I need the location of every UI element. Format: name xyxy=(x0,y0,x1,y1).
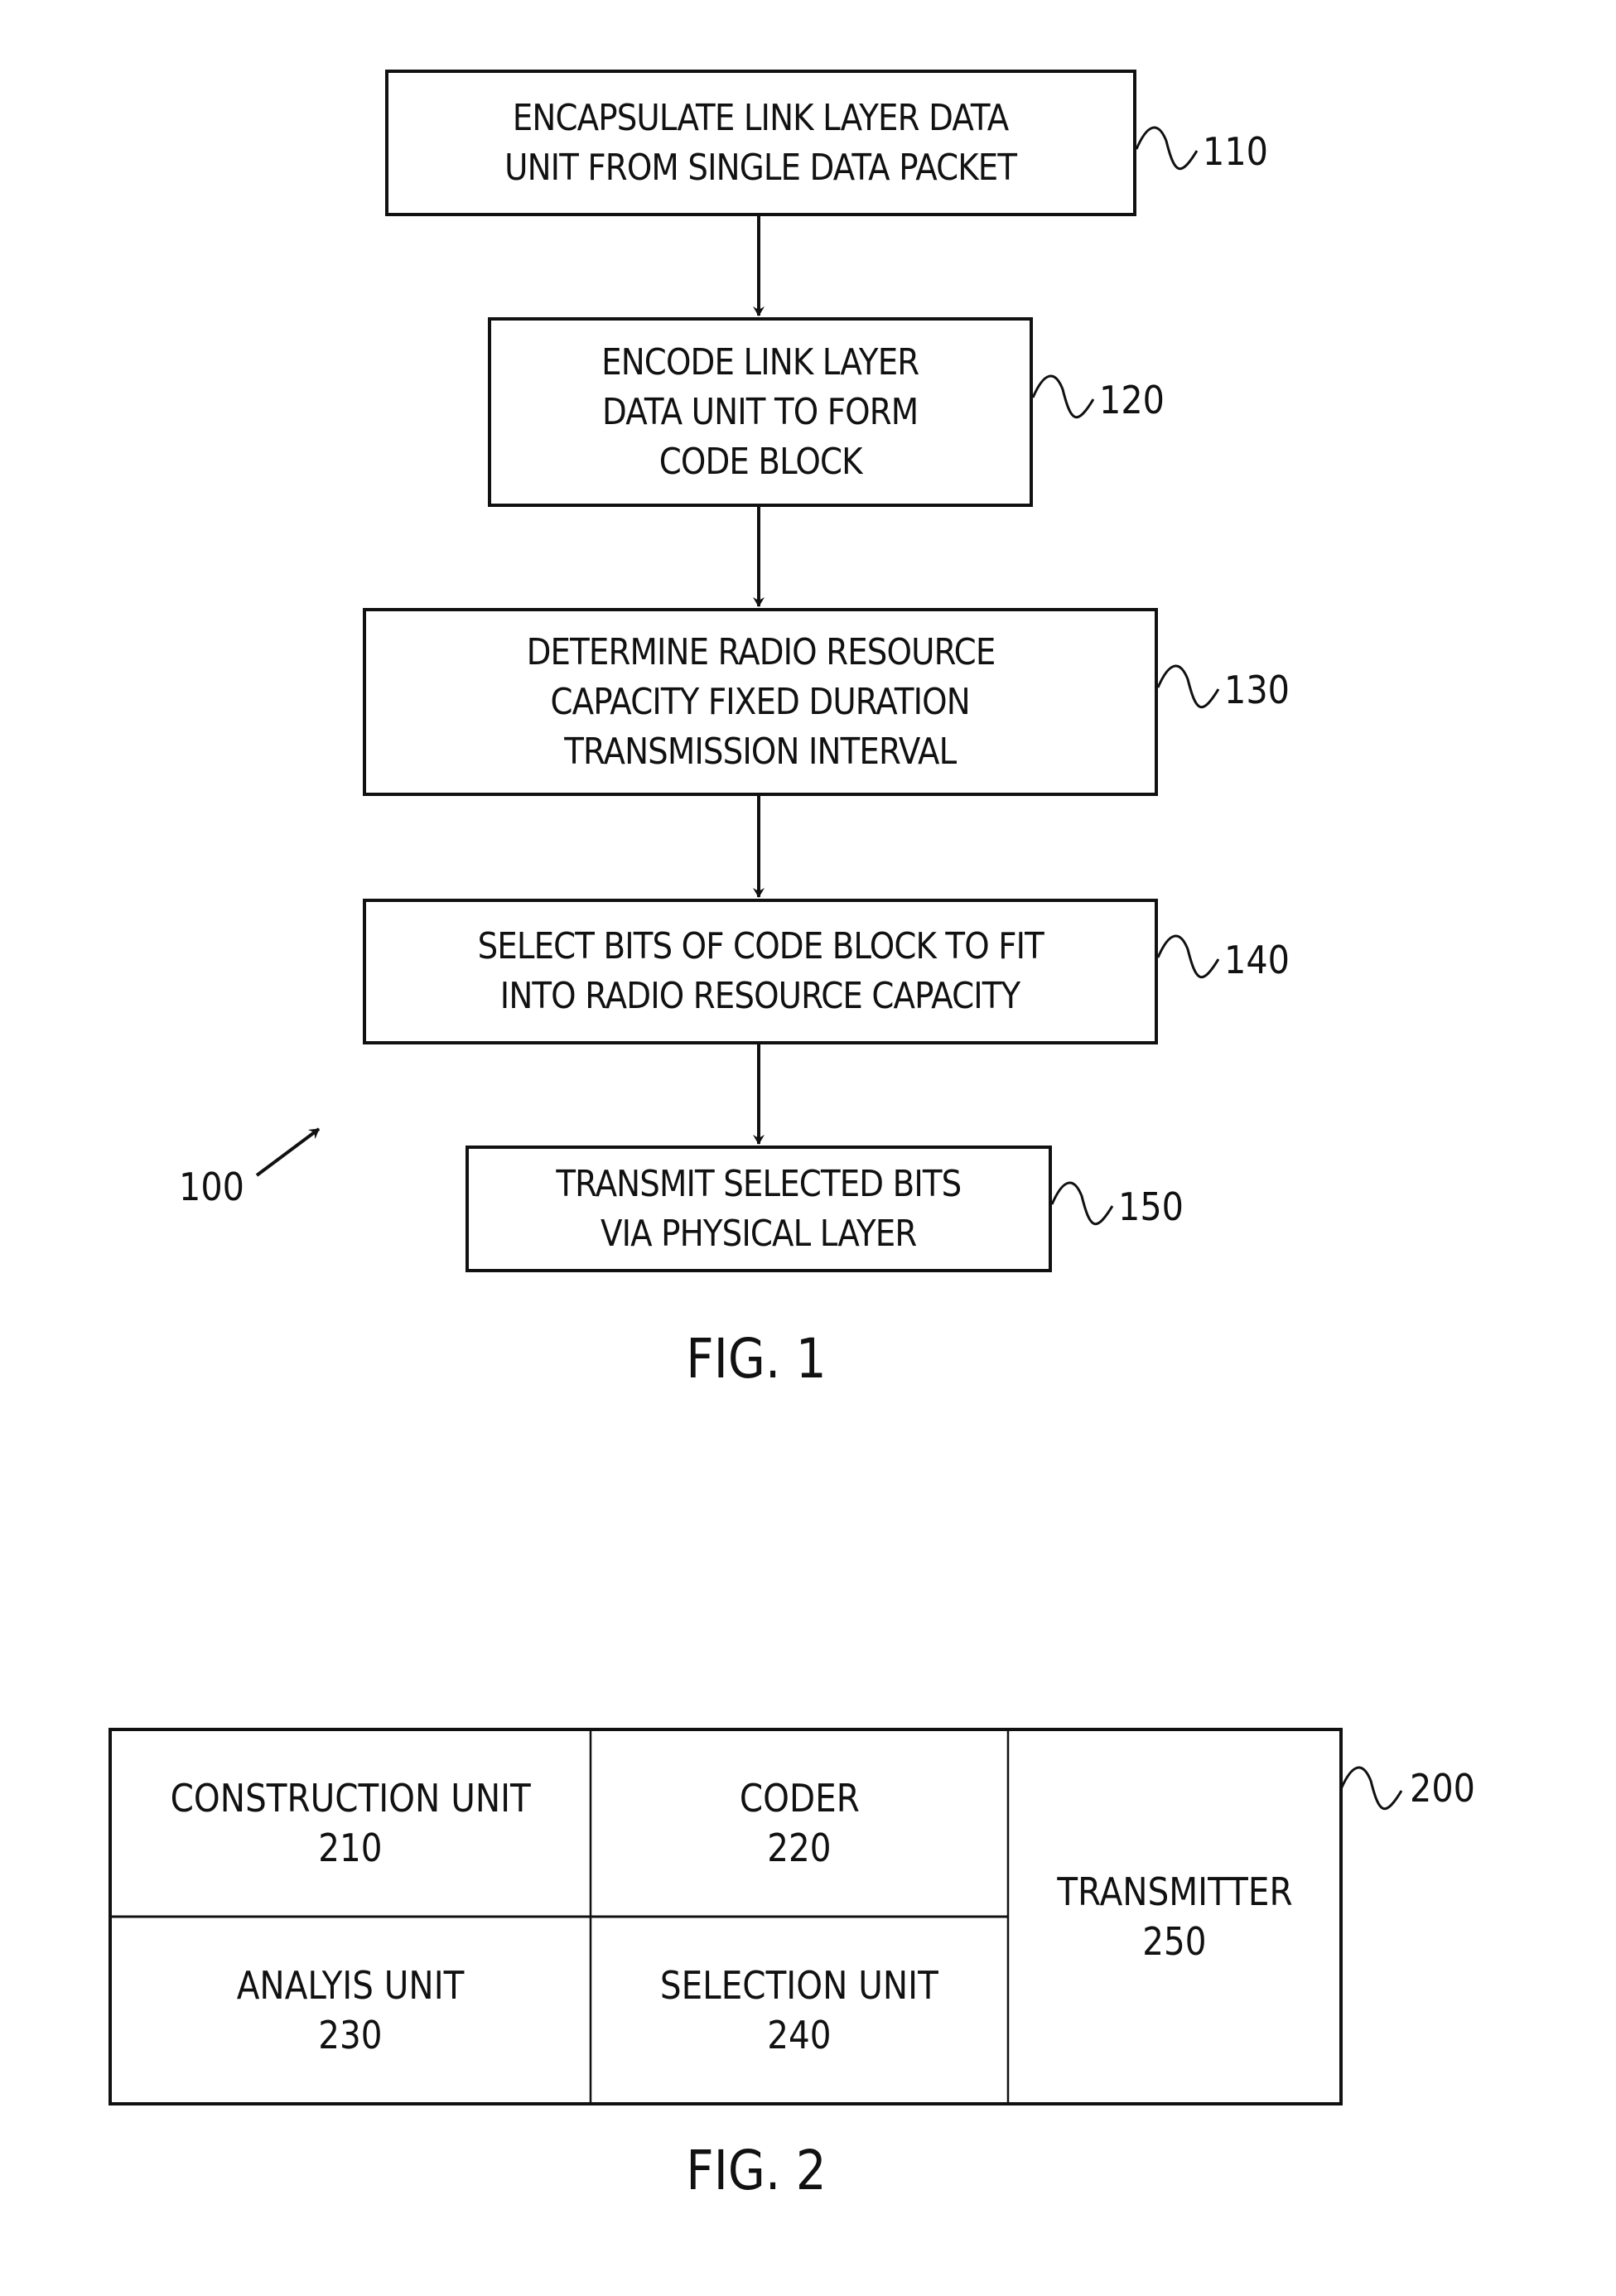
step-130-line-2: CAPACITY FIXED DURATION xyxy=(550,680,971,723)
step-130-ref: 130 xyxy=(1224,668,1290,712)
unit-230-ref: 230 xyxy=(318,2013,383,2057)
step-150-line-2: VIA PHYSICAL LAYER xyxy=(601,1212,917,1255)
unit-220-ref: 220 xyxy=(767,1826,832,1870)
fig2-caption: FIG. 2 xyxy=(686,2139,827,2202)
step-120-ref: 120 xyxy=(1099,378,1165,422)
unit-250-ref: 250 xyxy=(1142,1919,1207,1964)
leader-110 xyxy=(1135,126,1199,171)
step-140-ref: 140 xyxy=(1224,938,1290,982)
leader-140 xyxy=(1156,934,1220,979)
unit-240-ref: 240 xyxy=(767,2013,832,2057)
unit-250-cell: TRANSMITTER 250 xyxy=(1008,1729,1341,2104)
leader-200 xyxy=(1339,1766,1403,1811)
unit-250-name: TRANSMITTER xyxy=(1056,1869,1293,1914)
step-140-line-2: INTO RADIO RESOURCE CAPACITY xyxy=(500,975,1020,1017)
step-150-box: TRANSMIT SELECTED BITS VIA PHYSICAL LAYE… xyxy=(466,1146,1052,1272)
unit-230-name: ANALYIS UNIT xyxy=(236,1963,465,2008)
leader-150 xyxy=(1050,1181,1114,1226)
fig2-reference-label: 200 xyxy=(1410,1766,1476,1811)
step-140-line-1: SELECT BITS OF CODE BLOCK TO FIT xyxy=(477,925,1044,967)
step-120-box: ENCODE LINK LAYER DATA UNIT TO FORM CODE… xyxy=(488,317,1033,507)
unit-210-ref: 210 xyxy=(318,1826,383,1870)
unit-230-cell: ANALYIS UNIT 230 xyxy=(110,1917,591,2104)
unit-240-name: SELECTION UNIT xyxy=(660,1963,938,2008)
step-120-line-2: DATA UNIT TO FORM xyxy=(602,390,919,433)
step-130-line-3: TRANSMISSION INTERVAL xyxy=(564,730,957,773)
step-130-box: DETERMINE RADIO RESOURCE CAPACITY FIXED … xyxy=(363,608,1158,796)
step-110-line-2: UNIT FROM SINGLE DATA PACKET xyxy=(504,146,1017,189)
unit-240-cell: SELECTION UNIT 240 xyxy=(591,1917,1008,2104)
unit-220-cell: CODER 220 xyxy=(591,1729,1008,1917)
step-120-line-3: CODE BLOCK xyxy=(658,440,863,483)
fig1-caption: FIG. 1 xyxy=(686,1327,827,1391)
step-150-line-1: TRANSMIT SELECTED BITS xyxy=(556,1162,962,1205)
fig1-reference-label: 100 xyxy=(179,1165,245,1209)
step-110-line-1: ENCAPSULATE LINK LAYER DATA xyxy=(513,96,1009,139)
unit-210-name: CONSTRUCTION UNIT xyxy=(170,1776,531,1821)
unit-210-cell: CONSTRUCTION UNIT 210 xyxy=(110,1729,591,1917)
step-150-ref: 150 xyxy=(1118,1184,1184,1229)
step-110-ref: 110 xyxy=(1203,129,1269,174)
step-140-box: SELECT BITS OF CODE BLOCK TO FIT INTO RA… xyxy=(363,899,1158,1044)
leader-130 xyxy=(1156,664,1220,709)
fig1-reference-arrow xyxy=(255,1127,321,1177)
step-110-box: ENCAPSULATE LINK LAYER DATA UNIT FROM SI… xyxy=(385,70,1136,216)
unit-220-name: CODER xyxy=(739,1776,860,1821)
step-120-line-1: ENCODE LINK LAYER xyxy=(601,340,919,383)
leader-120 xyxy=(1031,374,1095,419)
step-130-line-1: DETERMINE RADIO RESOURCE xyxy=(526,630,996,673)
